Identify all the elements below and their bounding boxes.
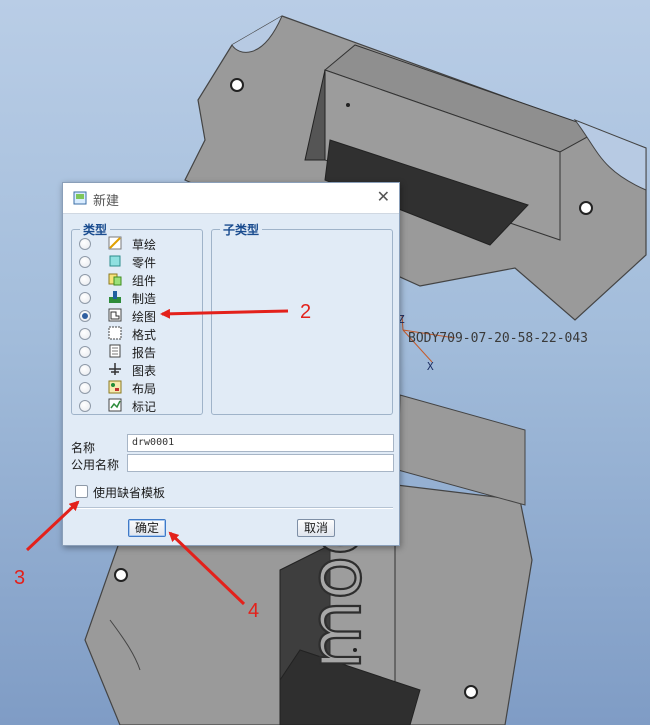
sketch-icon (108, 236, 122, 250)
type-option-label: 图表 (132, 364, 157, 378)
type-option-label: 制造 (132, 292, 157, 306)
annotation-label-3: 3 (14, 567, 26, 589)
type-option[interactable]: 零件 (78, 254, 208, 272)
type-option-label: 报告 (132, 346, 157, 360)
type-option[interactable]: 布局 (78, 380, 208, 398)
type-radio[interactable] (79, 256, 91, 268)
new-file-dialog: 新建 ✕ 类型 草绘 零件 组件 制造 绘图 格式 报告 图表 布局 标记 子类型 名称 drw0… (62, 182, 400, 546)
type-option-label: 零件 (132, 256, 157, 270)
type-option-label: 标记 (132, 400, 157, 414)
type-option-label: 绘图 (132, 310, 157, 324)
type-radio[interactable] (79, 238, 91, 250)
divider (69, 507, 393, 509)
type-radio[interactable] (79, 364, 91, 376)
type-option[interactable]: 组件 (78, 272, 208, 290)
assembly-icon (108, 273, 122, 286)
common-name-input[interactable] (127, 454, 394, 472)
name-label: 名称 (71, 441, 96, 455)
type-radio[interactable] (79, 346, 91, 358)
layout-icon (108, 380, 122, 394)
part-icon (109, 255, 121, 267)
annotation-label-4: 4 (248, 600, 260, 622)
dialog-title: 新建 (93, 194, 120, 209)
close-icon[interactable]: ✕ (377, 188, 390, 206)
dialog-titlebar[interactable]: 新建 ✕ (63, 183, 399, 214)
common-name-label: 公用名称 (71, 458, 120, 472)
use-default-template-label: 使用缺省模板 (93, 486, 166, 500)
model-name-label: BODY709-07-20-58-22-043 (408, 331, 588, 346)
type-radio[interactable] (79, 328, 91, 340)
axis-x-label: X (427, 360, 434, 373)
annotation-label-2: 2 (300, 301, 312, 323)
type-group: 类型 草绘 零件 组件 制造 绘图 格式 报告 图表 布局 标记 (71, 221, 203, 415)
markup-icon (108, 398, 122, 412)
type-option-label: 格式 (132, 328, 157, 342)
report-icon (109, 344, 121, 358)
type-option-label: 组件 (132, 274, 157, 288)
ok-button[interactable]: 确定 (128, 519, 166, 537)
cancel-button[interactable]: 取消 (297, 519, 335, 537)
name-input[interactable]: drw0001 (127, 434, 394, 452)
type-option[interactable]: 制造 (78, 290, 208, 308)
use-default-template-checkbox[interactable] (75, 485, 88, 498)
type-radio[interactable] (79, 400, 91, 412)
type-option[interactable]: 格式 (78, 326, 208, 344)
drawing-icon (108, 308, 122, 322)
manufacturing-icon (109, 291, 121, 303)
type-option-label: 布局 (132, 382, 157, 396)
type-option-label: 草绘 (132, 238, 157, 252)
type-radio[interactable] (79, 382, 91, 394)
format-icon (108, 326, 122, 340)
type-radio[interactable] (79, 274, 91, 286)
new-dialog-app-icon (73, 191, 87, 205)
type-option[interactable]: 草绘 (78, 236, 208, 254)
subtype-group-title: 子类型 (220, 221, 263, 238)
type-option[interactable]: 报告 (78, 344, 208, 362)
type-option[interactable]: 绘图 (78, 308, 208, 326)
type-radio[interactable] (79, 292, 91, 304)
type-option[interactable]: 图表 (78, 362, 208, 380)
type-option[interactable]: 标记 (78, 398, 208, 416)
diagram-icon (109, 363, 121, 375)
type-radio[interactable] (79, 310, 91, 322)
